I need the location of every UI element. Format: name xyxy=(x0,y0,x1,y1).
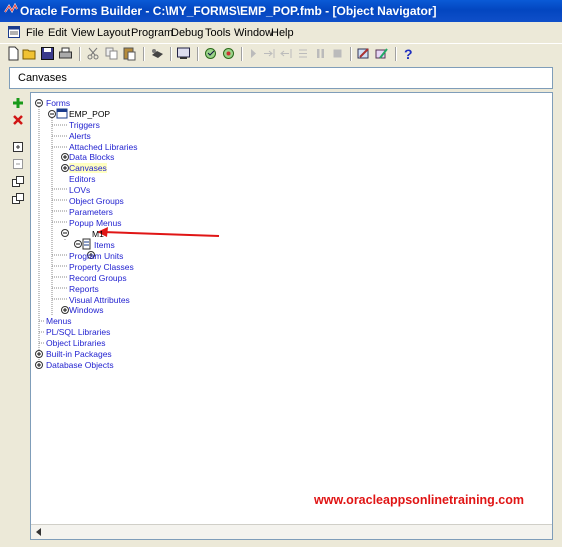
tree-node-menus[interactable]: Menus xyxy=(46,316,72,326)
tree-node-lovs[interactable]: LOVs xyxy=(69,185,90,195)
tree-node-m1[interactable]: M1 xyxy=(92,229,104,239)
tree-node-popup-menus[interactable]: Popup Menus xyxy=(69,218,121,228)
menu-program[interactable]: Program xyxy=(131,27,173,39)
tree-node-parameters[interactable]: Parameters xyxy=(69,207,113,217)
menu-tools[interactable]: Tools xyxy=(205,27,231,39)
collapse-icon[interactable] xyxy=(10,156,26,172)
pause-icon[interactable] xyxy=(313,46,328,61)
compile-icon[interactable] xyxy=(203,46,218,61)
menu-edit[interactable]: Edit xyxy=(48,27,67,39)
menu-help[interactable]: Help xyxy=(271,27,294,39)
step-return-icon[interactable] xyxy=(296,46,311,61)
tree-node-database-objects[interactable]: Database Objects xyxy=(46,360,114,370)
menu-bar: File Edit View Layout Program Debug Tool… xyxy=(0,24,562,42)
tree-node-record-groups[interactable]: Record Groups xyxy=(69,273,127,283)
oracle-forms-icon xyxy=(4,3,18,14)
run-icon[interactable] xyxy=(176,46,191,61)
horizontal-scrollbar[interactable] xyxy=(31,524,552,539)
tree-node-forms[interactable]: Forms xyxy=(46,98,70,108)
menu-layout[interactable]: Layout xyxy=(97,27,130,39)
tree-node-plsql-libraries[interactable]: PL/SQL Libraries xyxy=(46,327,110,337)
tree-node-visual-attributes[interactable]: Visual Attributes xyxy=(69,295,130,305)
create-icon[interactable] xyxy=(10,95,26,111)
new-icon[interactable] xyxy=(6,46,21,61)
tree-node-object-libraries[interactable]: Object Libraries xyxy=(46,338,106,348)
annotation-arrow xyxy=(97,227,220,237)
object-navigator-tree[interactable]: Forms EMP_POP Triggers Alerts Attached L… xyxy=(30,92,553,540)
context-field[interactable]: Canvases xyxy=(9,67,553,89)
context-label: Canvases xyxy=(18,72,67,84)
tree-node-emp-pop[interactable]: EMP_POP xyxy=(69,109,110,119)
watermark-url: www.oracleappsonlinetraining.com xyxy=(314,493,524,507)
tree-node-program-units[interactable]: Program Units xyxy=(69,251,123,261)
main-toolbar: ? xyxy=(0,43,562,64)
tree-node-canvases[interactable]: Canvases xyxy=(69,163,107,173)
tree-node-built-in-packages[interactable]: Built-in Packages xyxy=(46,349,112,359)
title-bar[interactable]: Oracle Forms Builder - C:\MY_FORMS\EMP_P… xyxy=(0,0,562,22)
step-out-icon[interactable] xyxy=(279,46,294,61)
expand-all-icon[interactable] xyxy=(10,174,26,190)
delete-icon[interactable] xyxy=(10,112,26,128)
help-icon[interactable]: ? xyxy=(400,46,415,61)
wizard-icon[interactable] xyxy=(356,46,371,61)
print-icon[interactable] xyxy=(58,46,73,61)
tree-node-alerts[interactable]: Alerts xyxy=(69,131,91,141)
collapse-all-icon[interactable] xyxy=(10,191,26,207)
scroll-left-icon[interactable] xyxy=(34,527,44,537)
navigator-toolbar xyxy=(8,95,28,535)
builder-icon[interactable] xyxy=(374,46,389,61)
tree-node-editors[interactable]: Editors xyxy=(69,174,95,184)
menu-file[interactable]: File xyxy=(26,27,44,39)
popup-menu-icon xyxy=(82,238,91,250)
document-window-icon[interactable] xyxy=(8,26,20,38)
copy-icon[interactable] xyxy=(104,46,119,61)
paste-icon[interactable] xyxy=(122,46,137,61)
tree-node-attached-libraries[interactable]: Attached Libraries xyxy=(69,142,138,152)
tree-node-object-groups[interactable]: Object Groups xyxy=(69,196,124,206)
tree-node-property-classes[interactable]: Property Classes xyxy=(69,262,134,272)
tree-node-reports[interactable]: Reports xyxy=(69,284,99,294)
stop-icon[interactable] xyxy=(330,46,345,61)
tree-node-items[interactable]: Items xyxy=(94,240,115,250)
step-over-icon[interactable] xyxy=(262,46,277,61)
menu-debug[interactable]: Debug xyxy=(171,27,203,39)
tree-node-data-blocks[interactable]: Data Blocks xyxy=(69,152,114,162)
form-module-icon xyxy=(56,108,68,119)
tree-node-triggers[interactable]: Triggers xyxy=(69,120,100,130)
save-icon[interactable] xyxy=(40,46,55,61)
debug-icon[interactable] xyxy=(221,46,236,61)
step-into-icon[interactable] xyxy=(246,46,261,61)
svg-text:?: ? xyxy=(404,46,413,61)
window-title: Oracle Forms Builder - C:\MY_FORMS\EMP_P… xyxy=(20,4,437,18)
menu-window[interactable]: Window xyxy=(234,27,273,39)
tree-node-windows[interactable]: Windows xyxy=(69,305,103,315)
open-icon[interactable] xyxy=(22,46,37,61)
status-bar xyxy=(0,540,562,547)
expand-icon[interactable] xyxy=(10,139,26,155)
cut-icon[interactable] xyxy=(86,46,101,61)
connect-icon[interactable] xyxy=(150,46,165,61)
menu-view[interactable]: View xyxy=(71,27,95,39)
